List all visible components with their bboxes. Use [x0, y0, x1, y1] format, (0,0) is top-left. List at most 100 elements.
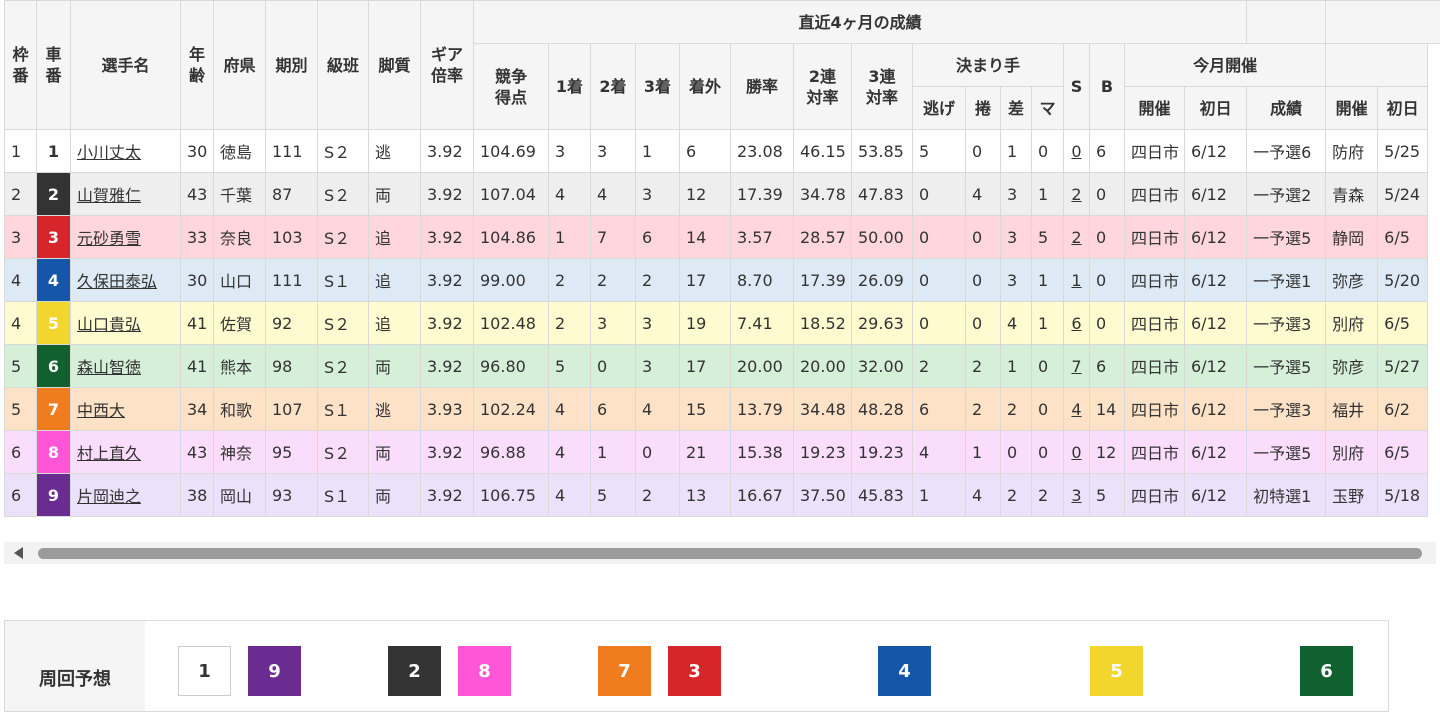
s-count-link[interactable]: 2	[1071, 185, 1081, 204]
score-cell: 107.04	[474, 173, 549, 216]
class-cell: S２	[318, 302, 369, 345]
gear-cell: 3.92	[421, 302, 474, 345]
s-count: 2	[1064, 173, 1090, 216]
sashi-cell: 3	[1001, 259, 1032, 302]
racer-name-link[interactable]: 元砂勇雪	[77, 229, 141, 248]
ren3-rate-cell: 26.09	[852, 259, 913, 302]
table-row: 45山口貴弘41佐賀92S２追3.92102.48233197.4118.522…	[5, 302, 1440, 345]
makuri-cell: 4	[966, 474, 1001, 517]
b-count: 5	[1090, 474, 1125, 517]
car-number: 4	[37, 259, 71, 302]
second-cell: 0	[591, 345, 636, 388]
class-cell: S２	[318, 173, 369, 216]
scroll-thumb[interactable]	[38, 548, 1422, 559]
racer-name-link[interactable]: 中西大	[77, 401, 125, 420]
score-cell: 96.88	[474, 431, 549, 474]
header-waku: 枠番	[5, 1, 37, 130]
kaisai2-cell: 青森	[1326, 173, 1378, 216]
header-second: 2着	[591, 44, 636, 130]
ma-cell: 1	[1032, 259, 1064, 302]
seiseki-cell: 一予選6	[1247, 130, 1326, 173]
lap-prediction-label: 周回予想	[5, 621, 145, 711]
header-win: 勝率	[731, 44, 794, 130]
makuri-cell: 0	[966, 259, 1001, 302]
s-count-link[interactable]: 6	[1071, 314, 1081, 333]
racer-name-link[interactable]: 山賀雅仁	[77, 186, 141, 205]
header-makuri: 捲	[966, 87, 1001, 130]
shonichi-cell: 6/12	[1185, 130, 1247, 173]
out-cell: 12	[680, 173, 731, 216]
first-cell: 2	[549, 302, 591, 345]
s-count-link[interactable]: 1	[1071, 271, 1081, 290]
waku-cell: 4	[5, 259, 37, 302]
header-kimarite: 決まり手	[913, 44, 1064, 87]
prediction-car-7: 7	[598, 646, 651, 696]
seiseki-cell: 初特選1	[1247, 474, 1326, 517]
kaisai-cell: 四日市	[1125, 173, 1185, 216]
seiseki-cell: 一予選3	[1247, 388, 1326, 431]
style-cell: 両	[369, 474, 421, 517]
first-cell: 4	[549, 388, 591, 431]
first-cell: 3	[549, 130, 591, 173]
style-cell: 追	[369, 302, 421, 345]
header-ren2: 2連対率	[794, 44, 852, 130]
third-cell: 3	[636, 345, 680, 388]
racer-name-link[interactable]: 片岡迪之	[77, 487, 141, 506]
header-blank	[1247, 1, 1326, 44]
win-rate-cell: 23.08	[731, 130, 794, 173]
entry-table-container[interactable]: 枠番 車番 選手名 年齢 府県 期別 級班 脚質 ギア倍率 直近4ヶ月の成績 競…	[4, 0, 1440, 518]
car-number: 7	[37, 388, 71, 431]
makuri-cell: 0	[966, 302, 1001, 345]
s-count-link[interactable]: 3	[1071, 486, 1081, 505]
sashi-cell: 4	[1001, 302, 1032, 345]
racer-name: 久保田泰弘	[71, 259, 181, 302]
scroll-left-icon[interactable]	[14, 547, 23, 559]
seiseki-cell: 一予選5	[1247, 345, 1326, 388]
racer-name-link[interactable]: 森山智徳	[77, 358, 141, 377]
waku-cell: 5	[5, 388, 37, 431]
racer-name-link[interactable]: 久保田泰弘	[77, 272, 157, 291]
waku-cell: 6	[5, 431, 37, 474]
class-cell: S２	[318, 345, 369, 388]
prediction-car-5: 5	[1090, 646, 1143, 696]
header-third: 3着	[636, 44, 680, 130]
ren3-rate-cell: 45.83	[852, 474, 913, 517]
s-count-link[interactable]: 4	[1071, 400, 1081, 419]
racer-name-link[interactable]: 小川丈太	[77, 143, 141, 162]
s-count-link[interactable]: 7	[1071, 357, 1081, 376]
kaisai2-cell: 玉野	[1326, 474, 1378, 517]
pref-cell: 佐賀	[214, 302, 266, 345]
racer-name-link[interactable]: 山口貴弘	[77, 315, 141, 334]
class-cell: S２	[318, 216, 369, 259]
shonichi2-cell: 5/18	[1378, 474, 1428, 517]
s-count: 1	[1064, 259, 1090, 302]
pref-cell: 神奈	[214, 431, 266, 474]
s-count-link[interactable]: 0	[1071, 443, 1081, 462]
header-sashi: 差	[1001, 87, 1032, 130]
term-cell: 111	[266, 259, 318, 302]
class-cell: S２	[318, 130, 369, 173]
b-count: 0	[1090, 173, 1125, 216]
prediction-car-6: 6	[1300, 646, 1353, 696]
prediction-car-8: 8	[458, 646, 511, 696]
s-count-link[interactable]: 0	[1071, 142, 1081, 161]
score-cell: 102.24	[474, 388, 549, 431]
s-count-link[interactable]: 2	[1071, 228, 1081, 247]
kaisai2-cell: 弥彦	[1326, 259, 1378, 302]
horizontal-scrollbar[interactable]	[4, 542, 1436, 564]
ma-cell: 0	[1032, 388, 1064, 431]
header-ren3: 3連対率	[852, 44, 913, 130]
ma-cell: 1	[1032, 302, 1064, 345]
ma-cell: 5	[1032, 216, 1064, 259]
age-cell: 43	[181, 431, 214, 474]
nige-cell: 6	[913, 388, 966, 431]
car-number: 5	[37, 302, 71, 345]
third-cell: 3	[636, 302, 680, 345]
score-cell: 104.69	[474, 130, 549, 173]
racer-name: 森山智徳	[71, 345, 181, 388]
header-s: S	[1064, 44, 1090, 130]
score-cell: 99.00	[474, 259, 549, 302]
sashi-cell: 1	[1001, 345, 1032, 388]
racer-name-link[interactable]: 村上直久	[77, 444, 141, 463]
ren2-rate-cell: 20.00	[794, 345, 852, 388]
